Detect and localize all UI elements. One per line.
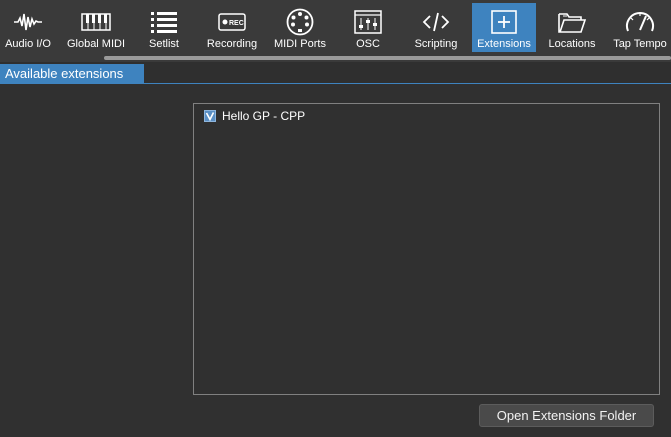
- midi-din-icon: [272, 7, 328, 37]
- list-icon: [137, 7, 191, 37]
- tool-label: Audio I/O: [5, 38, 51, 50]
- tool-global-midi[interactable]: Global MIDI: [67, 3, 125, 52]
- tool-label: Extensions: [477, 38, 531, 50]
- tool-scripting[interactable]: Scripting: [408, 3, 464, 52]
- rec-icon: REC: [204, 7, 260, 37]
- list-item[interactable]: Hello GP - CPP: [204, 109, 305, 123]
- tool-tap-tempo[interactable]: Tap Tempo: [613, 3, 667, 52]
- tab-strip: Available extensions: [0, 62, 671, 84]
- tool-osc[interactable]: OSC: [341, 3, 395, 52]
- plus-square-icon: [472, 7, 536, 37]
- waveform-icon: [0, 7, 56, 37]
- tool-label: Tap Tempo: [613, 38, 667, 50]
- toolbar-scrollbar[interactable]: [104, 56, 671, 60]
- preferences-toolbar: Audio I/O Global MIDI Setlist REC Record…: [0, 0, 671, 62]
- tool-label: OSC: [356, 38, 380, 50]
- checkmark-icon: [205, 112, 215, 121]
- tool-label: Scripting: [414, 38, 458, 50]
- mixer-panel-icon: [341, 7, 395, 37]
- gauge-icon: [613, 7, 667, 37]
- tool-label: Recording: [206, 38, 258, 50]
- tool-locations[interactable]: Locations: [545, 3, 599, 52]
- extension-name: Hello GP - CPP: [222, 109, 306, 123]
- extension-checkbox[interactable]: [204, 110, 216, 122]
- tool-extensions[interactable]: Extensions: [472, 3, 536, 52]
- svg-text:REC: REC: [229, 20, 244, 27]
- code-icon: [408, 7, 464, 37]
- tab-available-extensions[interactable]: Available extensions: [0, 64, 144, 84]
- folder-icon: [545, 7, 599, 37]
- tool-recording[interactable]: REC Recording: [204, 3, 260, 52]
- tool-label: MIDI Ports: [274, 38, 326, 50]
- tool-label: Locations: [548, 38, 596, 50]
- tool-audio-io[interactable]: Audio I/O: [0, 3, 56, 52]
- tool-setlist[interactable]: Setlist: [137, 3, 191, 52]
- tool-midi-ports[interactable]: MIDI Ports: [272, 3, 328, 52]
- tool-label: Setlist: [149, 38, 179, 50]
- tool-label: Global MIDI: [66, 38, 126, 50]
- extensions-list[interactable]: Hello GP - CPP: [193, 103, 660, 395]
- open-extensions-folder-button[interactable]: Open Extensions Folder: [479, 404, 654, 427]
- piano-keyboard-icon: [68, 7, 124, 37]
